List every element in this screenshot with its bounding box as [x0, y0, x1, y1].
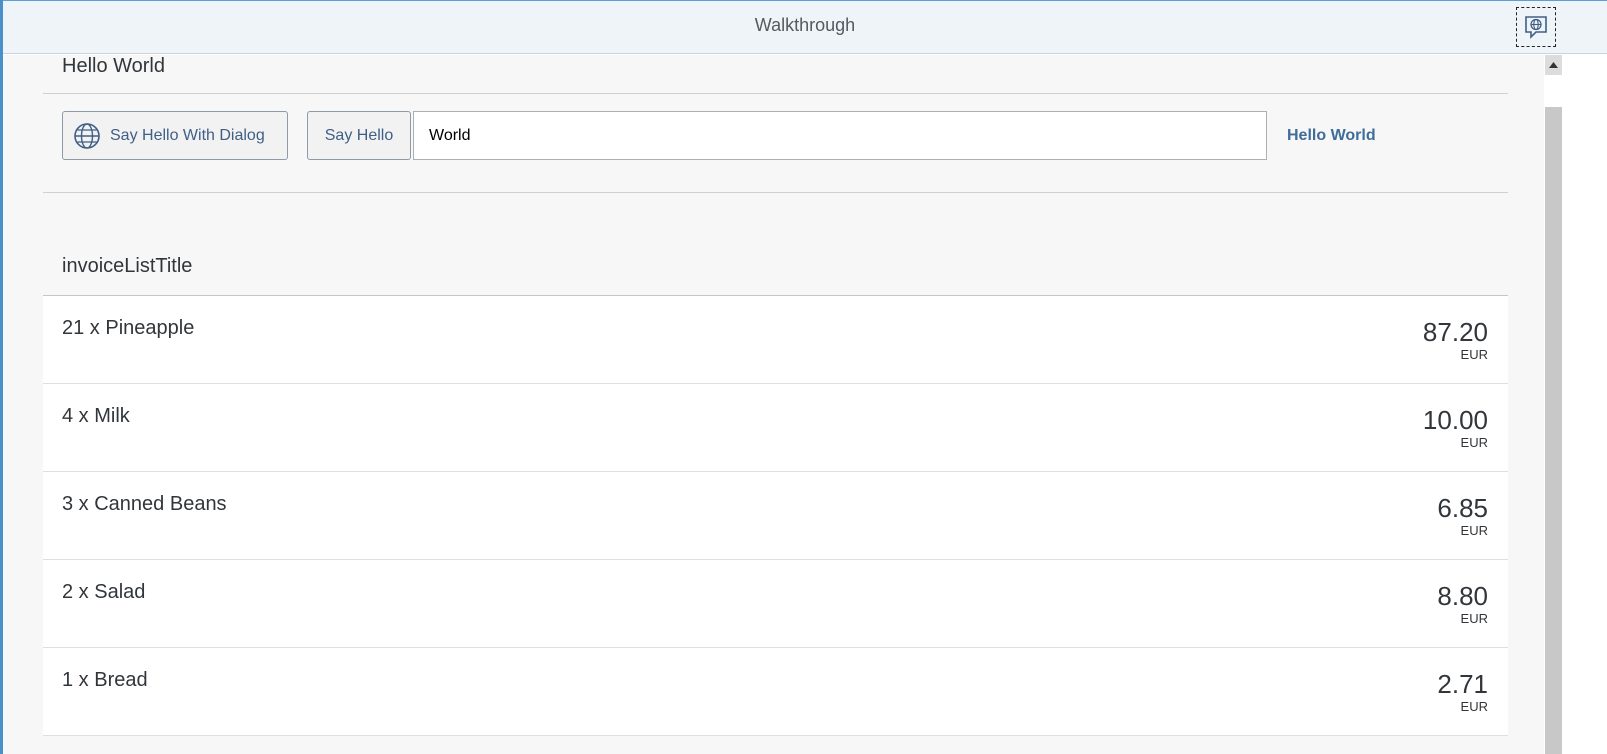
panel-header-divider [43, 93, 1508, 94]
triangle-up-icon [1549, 62, 1558, 68]
scrollbar-thumb[interactable] [1545, 75, 1562, 107]
say-hello-dialog-button[interactable]: Say Hello With Dialog [62, 111, 288, 160]
invoice-item-amount: 8.80 [1437, 581, 1488, 611]
scroll-up-arrow[interactable] [1545, 55, 1562, 75]
shell-bar: Walkthrough [3, 0, 1607, 54]
invoice-item-amount: 2.71 [1437, 669, 1488, 699]
invoice-item-label: 4 x Milk [62, 405, 130, 427]
invoice-item-currency: EUR [1460, 611, 1488, 626]
say-hello-button[interactable]: Say Hello [307, 111, 411, 160]
invoice-item-label: 2 x Salad [62, 581, 146, 603]
scrollbar-track[interactable] [1545, 107, 1562, 754]
invoice-item-currency: EUR [1460, 435, 1488, 450]
globe-chat-icon [1525, 16, 1547, 39]
vertical-scrollbar[interactable] [1545, 55, 1562, 754]
panel-title: Hello World [62, 55, 165, 77]
invoice-item-label: 1 x Bread [62, 669, 148, 691]
invoice-item-currency: EUR [1460, 699, 1488, 714]
invoice-list-item[interactable]: 21 x Pineapple 87.20 EUR [43, 296, 1508, 384]
invoice-list: 21 x Pineapple 87.20 EUR 4 x Milk 10.00 … [43, 295, 1508, 736]
invoice-list-item[interactable]: 3 x Canned Beans 6.85 EUR [43, 472, 1508, 560]
invoice-item-label: 3 x Canned Beans [62, 493, 227, 515]
invoice-item-amount: 87.20 [1422, 317, 1488, 347]
language-chat-button[interactable] [1516, 7, 1556, 47]
invoice-list-item[interactable]: 2 x Salad 8.80 EUR [43, 560, 1508, 648]
app-title: Walkthrough [754, 15, 856, 35]
invoice-list-item[interactable]: 1 x Bread 2.71 EUR [43, 648, 1508, 736]
invoice-item-amount: 10.00 [1422, 405, 1488, 435]
hello-panel: Hello World Say Hello With Dialog Say He… [43, 55, 1508, 193]
invoice-item-currency: EUR [1460, 523, 1488, 538]
hello-output-text: Hello World [1287, 127, 1376, 144]
name-input[interactable] [413, 111, 1267, 160]
invoice-list-title: invoiceListTitle [62, 255, 193, 277]
invoice-item-label: 21 x Pineapple [62, 317, 195, 339]
invoice-list-item[interactable]: 4 x Milk 10.00 EUR [43, 384, 1508, 472]
invoice-item-amount: 6.85 [1437, 493, 1488, 523]
page-content: Hello World Say Hello With Dialog Say He… [3, 55, 1544, 754]
globe-icon [74, 122, 100, 149]
say-hello-label: Say Hello [324, 126, 394, 144]
invoice-item-currency: EUR [1460, 347, 1488, 362]
say-hello-dialog-label: Say Hello With Dialog [110, 126, 265, 144]
